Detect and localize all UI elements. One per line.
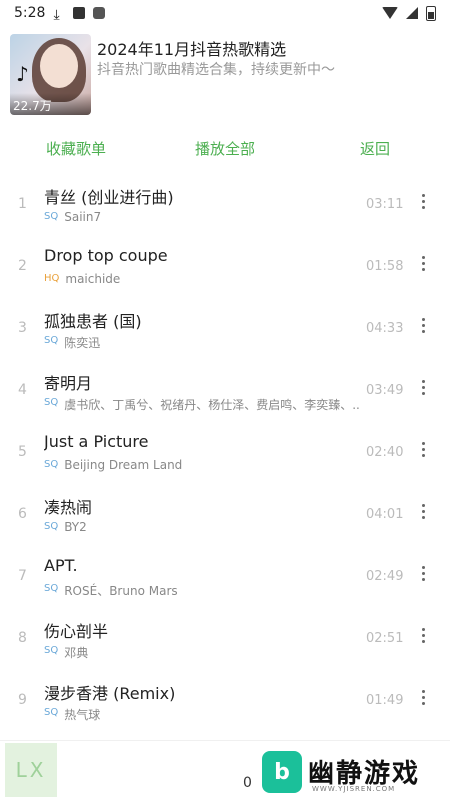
- more-options-icon[interactable]: [418, 442, 428, 460]
- song-title: 孤独患者 (国): [44, 312, 142, 331]
- song-title: 寄明月: [44, 374, 93, 393]
- song-index: 5: [18, 444, 27, 460]
- quality-badge: SQ: [44, 583, 59, 594]
- playlist-subtitle: 抖音热门歌曲精选合集，持续更新中～: [97, 62, 335, 78]
- song-index: 8: [18, 630, 27, 646]
- player-count: 0: [243, 775, 252, 791]
- song-row[interactable]: 2 Drop top coupe HQ maichide 01:58: [0, 234, 450, 296]
- song-list: 1 青丝 (创业进行曲) SQ Saiin7 03:11 2 Drop top c…: [0, 172, 450, 730]
- song-duration: 01:49: [366, 693, 404, 708]
- song-index: 9: [18, 692, 27, 708]
- quality-badge: SQ: [44, 459, 59, 470]
- song-title: Just a Picture: [44, 432, 149, 451]
- song-title: 青丝 (创业进行曲): [44, 188, 174, 207]
- song-index: 7: [18, 568, 27, 584]
- battery-icon: [426, 5, 436, 21]
- song-row[interactable]: 1 青丝 (创业进行曲) SQ Saiin7 03:11: [0, 172, 450, 234]
- watermark-logo: b 幽静游戏 WWW.YJISREN.COM: [262, 751, 442, 797]
- more-options-icon[interactable]: [418, 380, 428, 398]
- song-title: 伤心剖半: [44, 622, 109, 641]
- back-button[interactable]: 返回: [360, 138, 390, 159]
- song-artist: BY2: [64, 520, 87, 534]
- player-bar: LX 0 b 幽静游戏 WWW.YJISREN.COM: [0, 740, 450, 801]
- song-row[interactable]: 5 Just a Picture SQ Beijing Dream Land 02…: [0, 420, 450, 482]
- playlist-cover: ♪ 22.7万: [10, 34, 91, 115]
- song-title: 漫步香港 (Remix): [44, 684, 176, 703]
- song-artist: Beijing Dream Land: [64, 458, 183, 472]
- download-icon: ⤓: [53, 7, 60, 23]
- watermark-icon: b: [262, 751, 302, 793]
- song-index: 2: [18, 258, 27, 274]
- song-row[interactable]: 7 APT. SQ ROSÉ、Bruno Mars 02:49: [0, 544, 450, 606]
- song-duration: 02:51: [366, 631, 404, 646]
- song-artist: 邓典: [64, 646, 89, 660]
- playlist-title: 2024年11月抖音热歌精选: [97, 40, 287, 59]
- more-options-icon[interactable]: [418, 628, 428, 646]
- more-options-icon[interactable]: [418, 504, 428, 522]
- favorite-playlist-button[interactable]: 收藏歌单: [46, 138, 106, 159]
- quality-badge: SQ: [44, 211, 59, 222]
- song-artist: ROSÉ、Bruno Mars: [64, 584, 178, 598]
- song-row[interactable]: 6 凑热闹 SQ BY2 04:01: [0, 482, 450, 544]
- more-options-icon[interactable]: [418, 318, 428, 336]
- quality-badge: SQ: [44, 335, 59, 346]
- song-artist: 热气球: [64, 708, 101, 722]
- song-duration: 01:58: [366, 259, 404, 274]
- song-row[interactable]: 9 漫步香港 (Remix) SQ 热气球 01:49: [0, 668, 450, 730]
- quality-badge: SQ: [44, 521, 59, 532]
- song-duration: 03:11: [366, 197, 404, 212]
- song-artist: 陈奕迅: [64, 336, 101, 350]
- song-title: APT.: [44, 556, 78, 575]
- song-index: 1: [18, 196, 27, 212]
- more-options-icon[interactable]: [418, 194, 428, 212]
- status-time: 5:28: [14, 5, 46, 21]
- song-duration: 04:01: [366, 507, 404, 522]
- watermark-url: WWW.YJISREN.COM: [312, 785, 396, 793]
- more-options-icon[interactable]: [418, 256, 428, 274]
- play-all-button[interactable]: 播放全部: [195, 138, 255, 159]
- player-cover[interactable]: LX: [5, 743, 57, 797]
- quality-badge: SQ: [44, 707, 59, 718]
- song-artist: 虞书欣、丁禹兮、祝绪丹、杨仕泽、费启鸣、李奕臻、...: [64, 398, 359, 412]
- tiktok-icon: ♪: [16, 62, 29, 86]
- song-row[interactable]: 3 孤独患者 (国) SQ 陈奕迅 04:33: [0, 296, 450, 358]
- song-duration: 03:49: [366, 383, 404, 398]
- action-bar: 收藏歌单 播放全部 返回: [0, 130, 450, 166]
- song-duration: 04:33: [366, 321, 404, 336]
- quality-badge: SQ: [44, 397, 59, 408]
- song-row[interactable]: 4 寄明月 SQ 虞书欣、丁禹兮、祝绪丹、杨仕泽、费启鸣、李奕臻、... 03:4…: [0, 358, 450, 420]
- song-index: 3: [18, 320, 27, 336]
- song-duration: 02:40: [366, 445, 404, 460]
- song-title: 凑热闹: [44, 498, 93, 517]
- signal-icon: [406, 7, 418, 19]
- song-row[interactable]: 8 伤心剖半 SQ 邓典 02:51: [0, 606, 450, 668]
- more-options-icon[interactable]: [418, 566, 428, 584]
- song-artist: Saiin7: [64, 210, 102, 224]
- quality-badge: SQ: [44, 645, 59, 656]
- song-duration: 02:49: [366, 569, 404, 584]
- playlist-header: ♪ 22.7万 2024年11月抖音热歌精选 抖音热门歌曲精选合集，持续更新中～: [10, 34, 440, 116]
- play-count: 22.7万: [10, 93, 91, 115]
- app-square-icon: [93, 7, 106, 19]
- status-bar: 5:28 ⤓: [0, 0, 450, 26]
- song-index: 4: [18, 382, 27, 398]
- more-options-icon[interactable]: [418, 690, 428, 708]
- song-title: Drop top coupe: [44, 246, 168, 265]
- song-artist: maichide: [65, 272, 121, 286]
- quality-badge: HQ: [44, 273, 60, 284]
- wifi-icon: [382, 7, 398, 19]
- app-notification-icon: [73, 7, 86, 19]
- song-index: 6: [18, 506, 27, 522]
